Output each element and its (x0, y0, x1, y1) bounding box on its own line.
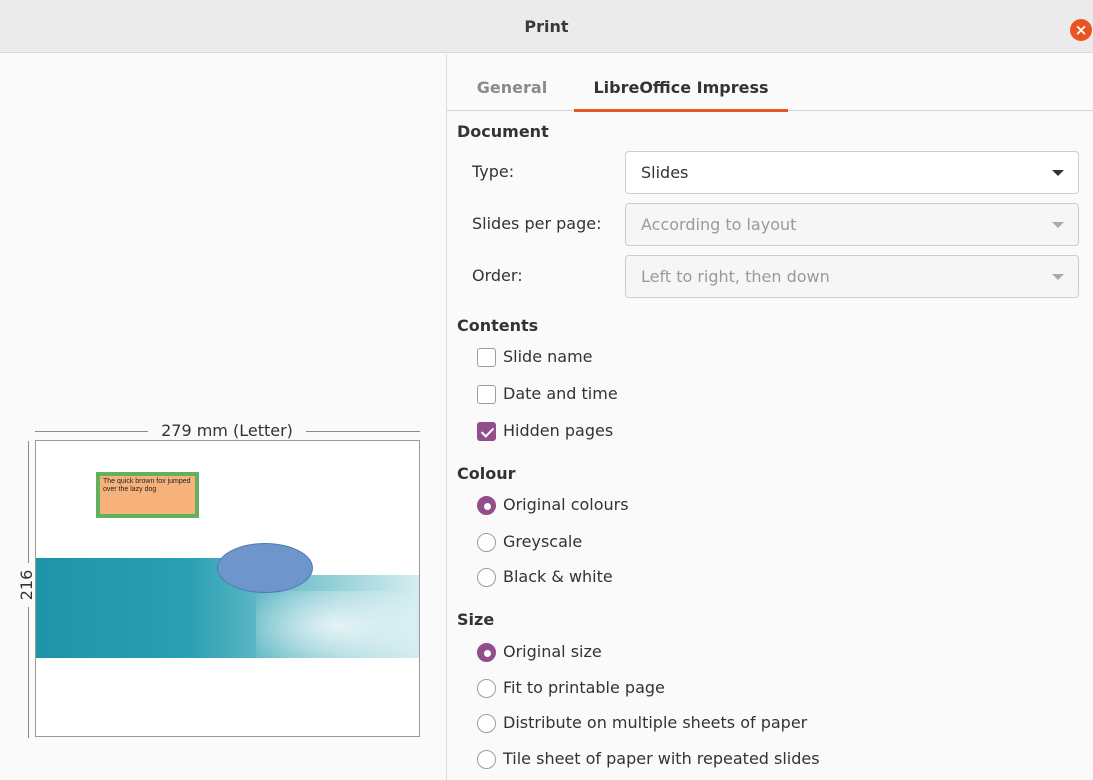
document-heading: Document (457, 122, 549, 141)
black-white-label: Black & white (503, 567, 613, 586)
width-dimension-label: 279 mm (Letter) (148, 420, 306, 442)
contents-heading: Contents (457, 316, 539, 335)
slide-ellipse-shape (217, 543, 313, 593)
radio-selected-icon[interactable] (477, 496, 496, 515)
size-heading: Size (457, 610, 495, 629)
close-icon[interactable]: × (1070, 19, 1092, 41)
hidden-pages-label: Hidden pages (503, 421, 614, 440)
radio-icon[interactable] (477, 714, 496, 733)
slides-per-page-dropdown: According to layout (625, 203, 1079, 246)
title-bar: Print × (0, 0, 1093, 53)
slide-name-label: Slide name (503, 347, 593, 366)
tile-sheet-label: Tile sheet of paper with repeated slides (503, 749, 820, 768)
print-preview: 279 mm (Letter) 216 mm The quick brown f… (0, 54, 445, 780)
radio-selected-icon[interactable] (477, 643, 496, 662)
checkbox-box[interactable] (477, 385, 496, 404)
radio-icon[interactable] (477, 750, 496, 769)
type-value: Slides (641, 163, 689, 182)
order-value: Left to right, then down (641, 267, 830, 286)
greyscale-label: Greyscale (503, 532, 583, 551)
date-and-time-label: Date and time (503, 384, 618, 403)
order-label: Order: (472, 266, 523, 285)
slides-per-page-value: According to layout (641, 215, 797, 234)
slide-textbox: The quick brown fox jumped over the lazy… (96, 472, 199, 518)
chevron-down-icon (1052, 222, 1064, 228)
fit-to-printable-page-label: Fit to printable page (503, 678, 665, 697)
tab-bar: General LibreOffice Impress (447, 54, 1093, 112)
tab-libreoffice-impress[interactable]: LibreOffice Impress (574, 54, 788, 112)
settings-panel: General LibreOffice Impress Document Typ… (446, 54, 1093, 780)
distribute-multiple-sheets-label: Distribute on multiple sheets of paper (503, 713, 808, 732)
checkbox-checked-icon[interactable] (477, 422, 496, 441)
colour-heading: Colour (457, 464, 516, 483)
radio-icon[interactable] (477, 533, 496, 552)
type-dropdown[interactable]: Slides (625, 151, 1079, 194)
radio-icon[interactable] (477, 679, 496, 698)
radio-icon[interactable] (477, 568, 496, 587)
window-title: Print (524, 17, 569, 36)
checkbox-box[interactable] (477, 348, 496, 367)
order-dropdown: Left to right, then down (625, 255, 1079, 298)
type-label: Type: (472, 162, 515, 181)
slide-image-cloud (256, 591, 416, 661)
preview-page: The quick brown fox jumped over the lazy… (35, 440, 420, 737)
slides-per-page-label: Slides per page: (472, 214, 602, 233)
original-colours-label: Original colours (503, 495, 629, 514)
chevron-down-icon (1052, 274, 1064, 280)
chevron-down-icon (1052, 170, 1064, 176)
tab-general[interactable]: General (467, 54, 557, 111)
original-size-label: Original size (503, 642, 602, 661)
